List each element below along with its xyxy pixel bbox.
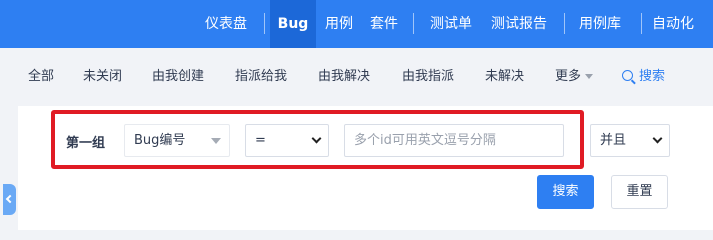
nav-divider — [641, 13, 642, 34]
subnav-resolved-by-me[interactable]: 由我解决 — [318, 48, 370, 106]
nav-divider — [264, 13, 265, 34]
operator-select-value: = — [255, 133, 266, 148]
nav-testcase[interactable]: 用例 — [325, 0, 353, 48]
field-select-value: Bug编号 — [134, 133, 186, 148]
nav-dashboard[interactable]: 仪表盘 — [205, 0, 247, 48]
value-input[interactable]: 多个id可用英文逗号分隔 — [344, 124, 564, 157]
subnav-opened-by-me[interactable]: 由我创建 — [152, 48, 204, 106]
nav-divider — [413, 13, 414, 34]
more-label: 更多 — [555, 69, 582, 84]
nav-testtask[interactable]: 测试单 — [430, 0, 472, 48]
subnav-more-dropdown[interactable]: 更多 — [555, 48, 594, 106]
search-label: 搜索 — [639, 69, 666, 84]
collapse-sidebar-button[interactable] — [3, 184, 16, 215]
search-button[interactable]: 搜索 — [537, 175, 594, 209]
search-icon — [622, 70, 633, 81]
subnav-unresolved[interactable]: 未解决 — [485, 48, 524, 106]
field-select[interactable]: Bug编号 — [124, 124, 230, 157]
nav-automation[interactable]: 自动化 — [652, 0, 694, 48]
top-navigation: 仪表盘 Bug 用例 套件 测试单 测试报告 用例库 自动化 — [0, 0, 713, 48]
subnav-unclosed[interactable]: 未关闭 — [83, 48, 122, 106]
caret-down-icon — [211, 138, 221, 144]
nav-divider — [564, 13, 565, 34]
sub-navigation: 全部 未关闭 由我创建 指派给我 由我解决 由我指派 未解决 更多 搜索 — [0, 48, 713, 106]
value-input-placeholder: 多个id可用英文逗号分隔 — [354, 133, 496, 148]
nav-testsuite[interactable]: 套件 — [370, 0, 398, 48]
nav-testreport[interactable]: 测试报告 — [491, 0, 547, 48]
reset-button[interactable]: 重置 — [611, 175, 668, 209]
logic-select-value: 并且 — [600, 133, 627, 148]
subnav-search-toggle[interactable]: 搜索 — [622, 48, 665, 106]
group-label: 第一组 — [66, 136, 106, 151]
subnav-assigned-by-me[interactable]: 由我指派 — [402, 48, 454, 106]
chevron-down-icon — [311, 133, 322, 144]
chevron-down-icon — [652, 133, 663, 144]
subnav-all[interactable]: 全部 — [28, 48, 54, 106]
nav-caselib[interactable]: 用例库 — [579, 0, 621, 48]
caret-down-icon — [585, 74, 594, 79]
operator-select[interactable]: = — [245, 124, 329, 157]
logic-select[interactable]: 并且 — [590, 124, 670, 157]
nav-bug[interactable]: Bug — [270, 0, 316, 48]
subnav-assigned-to-me[interactable]: 指派给我 — [235, 48, 287, 106]
